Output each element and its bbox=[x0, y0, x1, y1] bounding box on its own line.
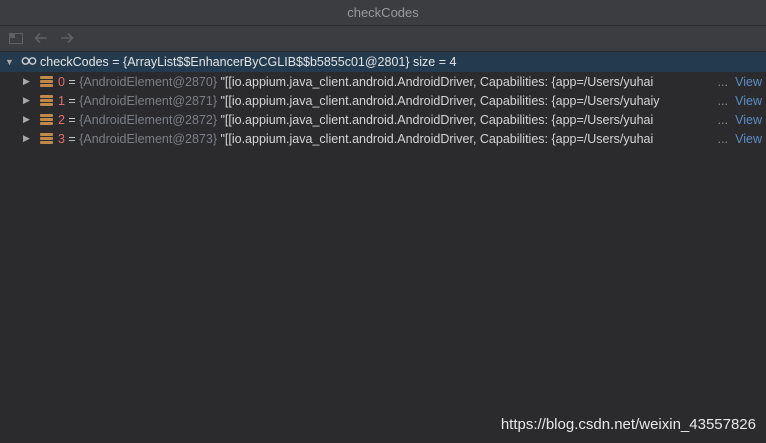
forward-arrow-icon[interactable] bbox=[58, 29, 76, 47]
expanded-arrow-icon[interactable]: ▼ bbox=[5, 57, 14, 67]
field-icon bbox=[40, 133, 53, 144]
item-ellipsis: ... bbox=[716, 131, 728, 146]
item-object-id: {AndroidElement@2872} bbox=[79, 112, 217, 127]
item-object-id: {AndroidElement@2871} bbox=[79, 93, 217, 108]
tree-item-row[interactable]: ▶ 3 = {AndroidElement@2873} "[[io.appium… bbox=[0, 129, 766, 148]
item-index: 3 bbox=[58, 131, 65, 146]
restore-layout-icon[interactable] bbox=[8, 29, 24, 47]
item-text: 3 = {AndroidElement@2873} "[[io.appium.j… bbox=[58, 132, 730, 146]
item-object-id: {AndroidElement@2873} bbox=[79, 131, 217, 146]
collapsed-arrow-icon[interactable]: ▶ bbox=[23, 76, 30, 87]
tree-item-row[interactable]: ▶ 0 = {AndroidElement@2870} "[[io.appium… bbox=[0, 72, 766, 91]
item-ellipsis: ... bbox=[716, 112, 728, 127]
view-link[interactable]: View bbox=[735, 94, 762, 108]
tree-item-row[interactable]: ▶ 2 = {AndroidElement@2872} "[[io.appium… bbox=[0, 110, 766, 129]
item-index: 1 bbox=[58, 93, 65, 108]
tree-item-row[interactable]: ▶ 1 = {AndroidElement@2871} "[[io.appium… bbox=[0, 91, 766, 110]
field-icon bbox=[40, 95, 53, 106]
title-bar: checkCodes bbox=[0, 0, 766, 26]
tree-root-row[interactable]: ▼ checkCodes = {ArrayList$$EnhancerByCGL… bbox=[0, 52, 766, 72]
field-icon bbox=[40, 76, 53, 87]
variables-tree: ▼ checkCodes = {ArrayList$$EnhancerByCGL… bbox=[0, 52, 766, 148]
view-link[interactable]: View bbox=[735, 113, 762, 127]
item-equals: = bbox=[64, 131, 80, 146]
collapsed-arrow-icon[interactable]: ▶ bbox=[23, 133, 30, 144]
item-value: "[[io.appium.java_client.android.Android… bbox=[217, 112, 654, 127]
field-icon bbox=[40, 114, 53, 125]
item-value: "[[io.appium.java_client.android.Android… bbox=[217, 131, 654, 146]
item-ellipsis: ... bbox=[716, 74, 728, 89]
view-link[interactable]: View bbox=[735, 132, 762, 146]
item-text: 0 = {AndroidElement@2870} "[[io.appium.j… bbox=[58, 75, 730, 89]
item-ellipsis: ... bbox=[716, 93, 728, 108]
collapsed-arrow-icon[interactable]: ▶ bbox=[23, 114, 30, 125]
debug-toolbar bbox=[0, 26, 766, 52]
item-index: 2 bbox=[58, 112, 65, 127]
item-text: 2 = {AndroidElement@2872} "[[io.appium.j… bbox=[58, 113, 730, 127]
item-value: "[[io.appium.java_client.android.Android… bbox=[217, 93, 660, 108]
back-arrow-icon[interactable] bbox=[32, 29, 50, 47]
watermark-text: https://blog.csdn.net/weixin_43557826 bbox=[500, 416, 756, 433]
collection-icon bbox=[21, 57, 37, 65]
item-equals: = bbox=[64, 93, 80, 108]
root-variable-label: checkCodes = {ArrayList$$EnhancerByCGLIB… bbox=[40, 55, 457, 69]
window-title: checkCodes bbox=[347, 5, 419, 20]
view-link[interactable]: View bbox=[735, 75, 762, 89]
item-equals: = bbox=[64, 112, 80, 127]
item-value: "[[io.appium.java_client.android.Android… bbox=[217, 74, 654, 89]
collapsed-arrow-icon[interactable]: ▶ bbox=[23, 95, 30, 106]
item-object-id: {AndroidElement@2870} bbox=[79, 74, 217, 89]
item-index: 0 bbox=[58, 74, 65, 89]
item-equals: = bbox=[64, 74, 80, 89]
item-text: 1 = {AndroidElement@2871} "[[io.appium.j… bbox=[58, 94, 730, 108]
